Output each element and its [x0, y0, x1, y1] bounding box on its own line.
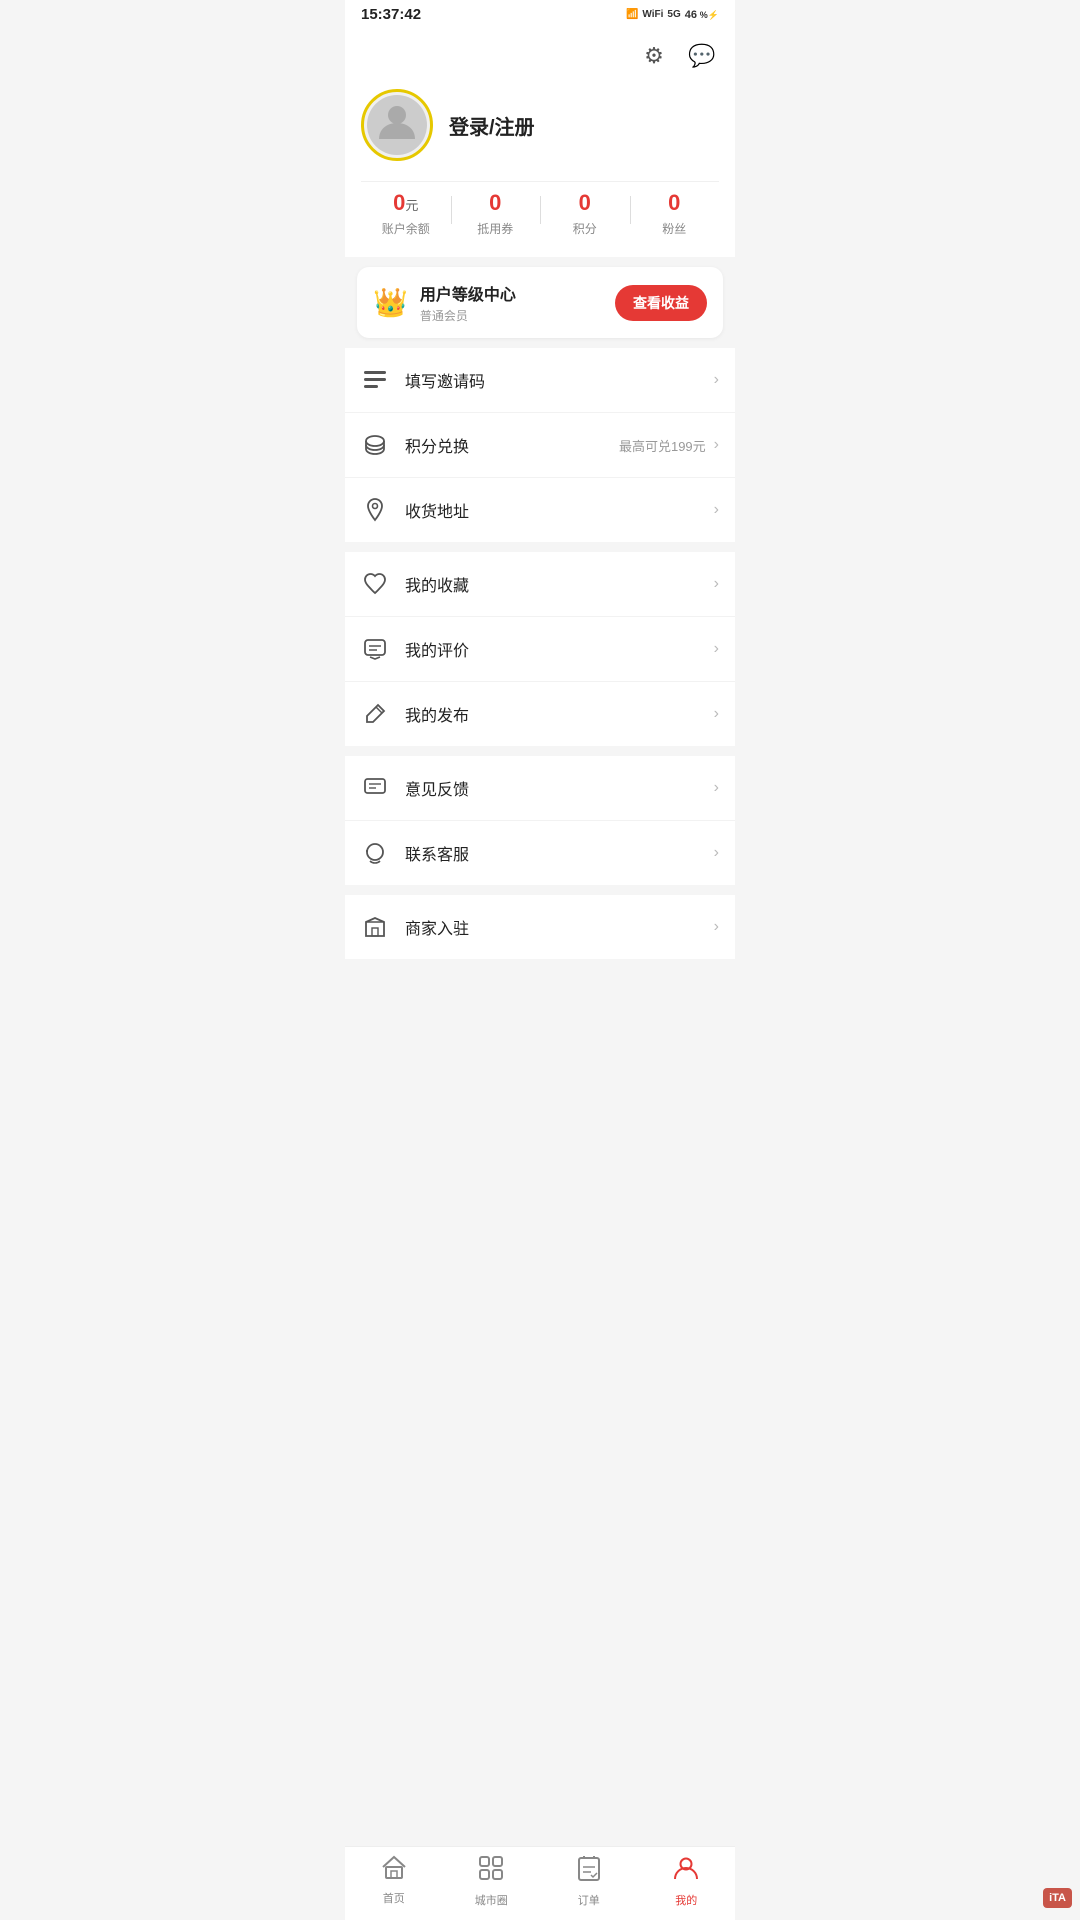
- points-exchange-chevron: ›: [714, 436, 719, 454]
- favorites-label: 我的收藏: [405, 572, 714, 596]
- menu-item-posts[interactable]: 我的发布 ›: [345, 682, 735, 746]
- orders-tab-icon: [577, 1855, 601, 1888]
- orders-tab-label: 订单: [578, 1892, 600, 1908]
- menu-item-favorites[interactable]: 我的收藏 ›: [345, 552, 735, 617]
- stat-voucher[interactable]: 0 抵用券: [451, 190, 541, 237]
- merchant-chevron: ›: [714, 918, 719, 936]
- message-button[interactable]: 💬: [685, 39, 719, 73]
- reviews-chevron: ›: [714, 640, 719, 658]
- posts-label: 我的发布: [405, 702, 714, 726]
- menu-item-feedback[interactable]: 意见反馈 ›: [345, 756, 735, 821]
- stat-followers-num: 0: [668, 190, 680, 216]
- stat-voucher-num: 0: [489, 190, 501, 216]
- settings-button[interactable]: ⚙: [637, 39, 671, 73]
- customer-service-icon: [361, 839, 389, 867]
- mine-tab-icon: [673, 1855, 699, 1888]
- menu-item-invite-code[interactable]: 填写邀请码 ›: [345, 348, 735, 413]
- customer-service-chevron: ›: [714, 844, 719, 862]
- crown-icon: 👑: [373, 286, 408, 319]
- status-bar: 15:37:42 📶 WiFi 5G 46 %⚡: [345, 0, 735, 27]
- stat-followers-label: 粉丝: [662, 220, 686, 237]
- points-exchange-label: 积分兑换: [405, 433, 619, 457]
- points-exchange-sub: 最高可兑199元: [619, 436, 706, 455]
- feedback-chevron: ›: [714, 779, 719, 797]
- stat-followers[interactable]: 0 粉丝: [630, 190, 720, 237]
- stats-row: 0元 账户余额 0 抵用券 0 积分 0 粉丝: [361, 181, 719, 241]
- points-exchange-icon: [361, 431, 389, 459]
- watermark: iTA: [1043, 1888, 1072, 1908]
- posts-chevron: ›: [714, 705, 719, 723]
- member-title: 用户等级中心: [420, 281, 516, 305]
- network-type: 5G: [667, 9, 680, 20]
- menu-section-2: 我的收藏 › 我的评价 › 我的发布 ›: [345, 552, 735, 746]
- home-tab-label: 首页: [383, 1890, 405, 1906]
- signal-icon: 📶: [626, 9, 638, 20]
- wifi-icon: WiFi: [642, 9, 663, 20]
- reviews-label: 我的评价: [405, 637, 714, 661]
- header-area: ⚙ 💬 登录/注册 0元 账户余额: [345, 27, 735, 257]
- feedback-label: 意见反馈: [405, 776, 714, 800]
- user-info: 登录/注册: [361, 89, 719, 161]
- stat-points-label: 积分: [573, 220, 597, 237]
- menu-item-address[interactable]: 收货地址 ›: [345, 478, 735, 542]
- member-left: 👑 用户等级中心 普通会员: [373, 281, 516, 324]
- stat-balance-num: 0元: [393, 190, 418, 216]
- invite-code-label: 填写邀请码: [405, 368, 714, 392]
- merchant-label: 商家入驻: [405, 915, 714, 939]
- merchant-icon: [361, 913, 389, 941]
- favorites-icon: [361, 570, 389, 598]
- tab-city-circle[interactable]: 城市圈: [443, 1855, 541, 1908]
- stat-balance[interactable]: 0元 账户余额: [361, 190, 451, 237]
- stat-balance-label: 账户余额: [382, 220, 430, 237]
- city-circle-tab-icon: [478, 1855, 504, 1888]
- avatar[interactable]: [361, 89, 433, 161]
- city-circle-tab-label: 城市圈: [475, 1892, 508, 1908]
- tab-orders[interactable]: 订单: [540, 1855, 638, 1908]
- message-icon: 💬: [688, 43, 715, 69]
- status-time: 15:37:42: [361, 6, 421, 23]
- reviews-icon: [361, 635, 389, 663]
- login-register-label[interactable]: 登录/注册: [449, 111, 535, 140]
- menu-item-reviews[interactable]: 我的评价 ›: [345, 617, 735, 682]
- menu-item-points-exchange[interactable]: 积分兑换 最高可兑199元 ›: [345, 413, 735, 478]
- posts-icon: [361, 700, 389, 728]
- stat-voucher-label: 抵用券: [477, 220, 513, 237]
- tab-mine[interactable]: 我的: [638, 1855, 736, 1908]
- check-income-button[interactable]: 查看收益: [615, 285, 707, 321]
- invite-code-chevron: ›: [714, 371, 719, 389]
- favorites-chevron: ›: [714, 575, 719, 593]
- member-info: 用户等级中心 普通会员: [420, 281, 516, 324]
- tab-home[interactable]: 首页: [345, 1855, 443, 1908]
- invite-code-icon: [361, 366, 389, 394]
- menu-item-customer-service[interactable]: 联系客服 ›: [345, 821, 735, 885]
- address-chevron: ›: [714, 501, 719, 519]
- feedback-icon: [361, 774, 389, 802]
- mine-tab-label: 我的: [675, 1892, 697, 1908]
- status-icons: 📶 WiFi 5G 46 %⚡: [626, 9, 719, 21]
- address-label: 收货地址: [405, 498, 714, 522]
- address-icon: [361, 496, 389, 524]
- menu-section-1: 填写邀请码 › 积分兑换 最高可兑199元 › 收货地址 ›: [345, 348, 735, 542]
- member-subtitle: 普通会员: [420, 307, 516, 324]
- menu-item-merchant[interactable]: 商家入驻 ›: [345, 895, 735, 959]
- settings-icon: ⚙: [644, 43, 664, 69]
- header-top-icons: ⚙ 💬: [361, 39, 719, 73]
- customer-service-label: 联系客服: [405, 841, 714, 865]
- battery-icon: 46 %⚡: [685, 9, 719, 21]
- stat-points-num: 0: [579, 190, 591, 216]
- menu-section-4: 商家入驻 ›: [345, 895, 735, 959]
- stat-points[interactable]: 0 积分: [540, 190, 630, 237]
- menu-section-3: 意见反馈 › 联系客服 ›: [345, 756, 735, 885]
- member-card: 👑 用户等级中心 普通会员 查看收益: [357, 267, 723, 338]
- tab-bar: 首页 城市圈 订单: [345, 1846, 735, 1920]
- avatar-placeholder-icon: [376, 99, 418, 151]
- avatar-inner: [367, 95, 427, 155]
- home-tab-icon: [381, 1855, 407, 1886]
